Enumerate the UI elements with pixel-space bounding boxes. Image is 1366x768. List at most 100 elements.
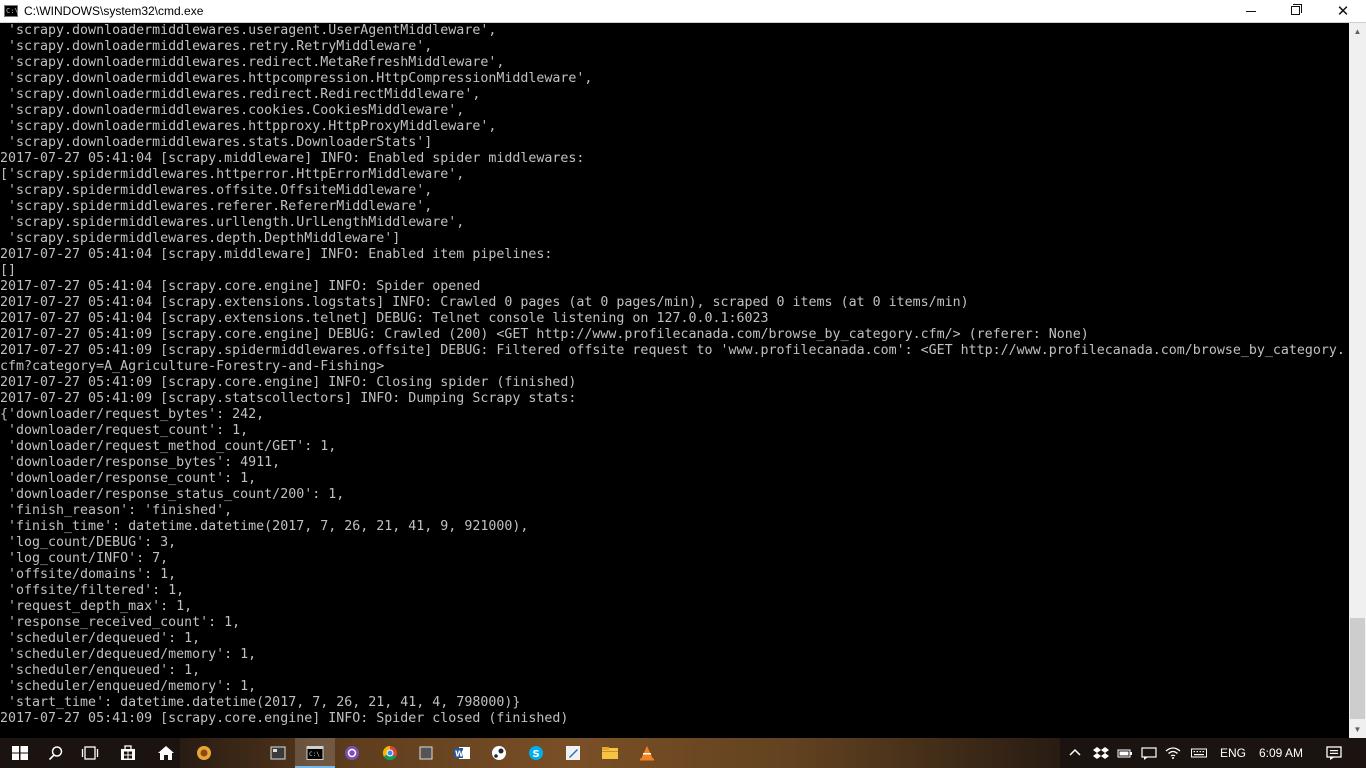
console-line: 'downloader/request_method_count/GET': 1… <box>0 439 337 454</box>
console-line: 'log_count/INFO': 7, <box>0 551 169 566</box>
file-explorer-icon <box>602 747 618 759</box>
taskbar-skype[interactable]: S <box>516 738 556 768</box>
svg-text:W: W <box>455 750 464 759</box>
cmd-app-icon: C:\ <box>4 5 19 17</box>
console-line: 2017-07-27 05:41:04 [scrapy.extensions.t… <box>0 311 769 326</box>
console-line: 'scrapy.downloadermiddlewares.httpcompre… <box>0 71 593 86</box>
console-line: 'scheduler/enqueued': 1, <box>0 663 201 678</box>
taskbar-app-5[interactable] <box>553 738 593 768</box>
scroll-thumb[interactable] <box>1350 618 1365 719</box>
taskbar-file-explorer[interactable] <box>590 738 630 768</box>
window-title: C:\WINDOWS\system32\cmd.exe <box>24 4 204 18</box>
app-icon <box>566 746 580 760</box>
close-button[interactable]: ✕ <box>1320 0 1366 23</box>
task-view-button[interactable] <box>70 738 110 768</box>
console-line: 'offsite/filtered': 1, <box>0 583 185 598</box>
console-line: 'scrapy.downloadermiddlewares.cookies.Co… <box>0 103 465 118</box>
wifi-icon <box>1165 747 1181 759</box>
console-line: 2017-07-27 05:41:09 [scrapy.core.engine]… <box>0 375 577 390</box>
app-icon <box>270 746 286 760</box>
console-line: 'scrapy.spidermiddlewares.depth.DepthMid… <box>0 231 401 246</box>
console-line: [] <box>0 263 17 278</box>
taskbar-word[interactable]: W <box>442 738 482 768</box>
console-line: {'downloader/request_bytes': 242, <box>0 407 265 422</box>
console-line: 2017-07-27 05:41:09 [scrapy.spidermiddle… <box>0 343 1345 358</box>
console-output[interactable]: 'scrapy.downloadermiddlewares.useragent.… <box>0 23 1349 738</box>
svg-text:C:\: C:\ <box>309 751 320 758</box>
console-line: 'scrapy.downloadermiddlewares.useragent.… <box>0 23 497 38</box>
console-line: 'scrapy.spidermiddlewares.offsite.Offsit… <box>0 183 433 198</box>
action-center-button[interactable] <box>1320 738 1348 768</box>
console-line: 2017-07-27 05:41:04 [scrapy.extensions.l… <box>0 295 969 310</box>
task-view-icon <box>81 746 99 760</box>
windows-start-icon <box>12 746 28 760</box>
taskbar-app-4[interactable] <box>406 738 446 768</box>
console-line: 'downloader/response_count': 1, <box>0 471 257 486</box>
restore-button[interactable] <box>1274 0 1320 23</box>
tray-wifi[interactable] <box>1162 738 1184 768</box>
taskbar: C:\ W S ENG 6:09 AM <box>0 738 1366 768</box>
console-line: 2017-07-27 05:41:04 [scrapy.middleware] … <box>0 151 585 166</box>
console-line: 'start_time': datetime.datetime(2017, 7,… <box>0 695 521 710</box>
taskbar-vlc[interactable] <box>627 738 667 768</box>
taskbar-cmd[interactable]: C:\ <box>295 738 335 768</box>
start-button[interactable] <box>0 738 40 768</box>
console-line: cfm?category=A_Agriculture-Forestry-and-… <box>0 359 385 374</box>
vertical-scrollbar[interactable]: ▲ ▼ <box>1349 23 1366 738</box>
app-icon <box>345 746 359 760</box>
tray-dropbox[interactable] <box>1092 738 1110 768</box>
console-line: 'scheduler/enqueued/memory': 1, <box>0 679 257 694</box>
taskbar-app-3[interactable] <box>332 738 372 768</box>
console-line: 'offsite/domains': 1, <box>0 567 177 582</box>
console-line: 'scrapy.downloadermiddlewares.redirect.R… <box>0 87 481 102</box>
minimize-icon <box>1246 11 1256 12</box>
action-center-icon <box>1326 746 1342 760</box>
input-language[interactable]: ENG <box>1216 738 1250 768</box>
console-line: 'scrapy.downloadermiddlewares.httpproxy.… <box>0 119 497 134</box>
cmd-icon: C:\ <box>306 746 324 760</box>
window-titlebar[interactable]: C:\ C:\WINDOWS\system32\cmd.exe ✕ <box>0 0 1366 23</box>
svg-text:S: S <box>533 749 540 760</box>
console-line: 'downloader/response_bytes': 4911, <box>0 455 281 470</box>
taskbar-steam[interactable] <box>479 738 519 768</box>
chevron-up-icon <box>1069 748 1081 756</box>
store-icon <box>121 745 135 760</box>
skype-icon: S <box>529 746 543 760</box>
taskbar-home[interactable] <box>146 738 186 768</box>
close-icon: ✕ <box>1336 2 1350 20</box>
scroll-down-arrow-icon[interactable]: ▼ <box>1349 721 1366 738</box>
taskbar-app-2[interactable] <box>258 738 298 768</box>
dropbox-icon <box>1093 747 1109 759</box>
console-line: 'scheduler/dequeued/memory': 1, <box>0 647 257 662</box>
taskbar-app-1[interactable] <box>184 738 224 768</box>
keyboard-icon <box>1191 748 1207 758</box>
clock[interactable]: 6:09 AM <box>1254 738 1308 768</box>
vlc-icon <box>640 746 654 761</box>
show-hidden-icons-button[interactable] <box>1066 738 1084 768</box>
tray-touch-keyboard[interactable] <box>1187 738 1211 768</box>
steam-icon <box>492 746 506 760</box>
console-line: 'scrapy.downloadermiddlewares.stats.Down… <box>0 135 433 150</box>
scroll-up-arrow-icon[interactable]: ▲ <box>1349 23 1366 40</box>
console-line: 'response_received_count': 1, <box>0 615 241 630</box>
console-line: 'scrapy.spidermiddlewares.urllength.UrlL… <box>0 215 465 230</box>
console-line: 'scrapy.downloadermiddlewares.retry.Retr… <box>0 39 433 54</box>
console-line: 'request_depth_max': 1, <box>0 599 193 614</box>
console-line: 2017-07-27 05:41:09 [scrapy.core.engine]… <box>0 327 1089 342</box>
word-icon: W <box>454 747 470 759</box>
console-line: 'finish_reason': 'finished', <box>0 503 233 518</box>
tray-battery[interactable] <box>1114 738 1136 768</box>
message-icon <box>1141 747 1157 760</box>
taskbar-store[interactable] <box>108 738 148 768</box>
console-line: 2017-07-27 05:41:04 [scrapy.middleware] … <box>0 247 553 262</box>
app-icon <box>197 746 211 760</box>
minimize-button[interactable] <box>1228 0 1274 23</box>
console-line: 2017-07-27 05:41:04 [scrapy.core.engine]… <box>0 279 481 294</box>
console-line: 2017-07-27 05:41:09 [scrapy.statscollect… <box>0 391 577 406</box>
restore-icon <box>1291 6 1300 15</box>
console-line: 'downloader/request_count': 1, <box>0 423 249 438</box>
tray-notification-center-alt[interactable] <box>1139 738 1159 768</box>
console-line: 'finish_time': datetime.datetime(2017, 7… <box>0 519 529 534</box>
battery-icon <box>1117 749 1132 758</box>
taskbar-chrome[interactable] <box>370 738 410 768</box>
